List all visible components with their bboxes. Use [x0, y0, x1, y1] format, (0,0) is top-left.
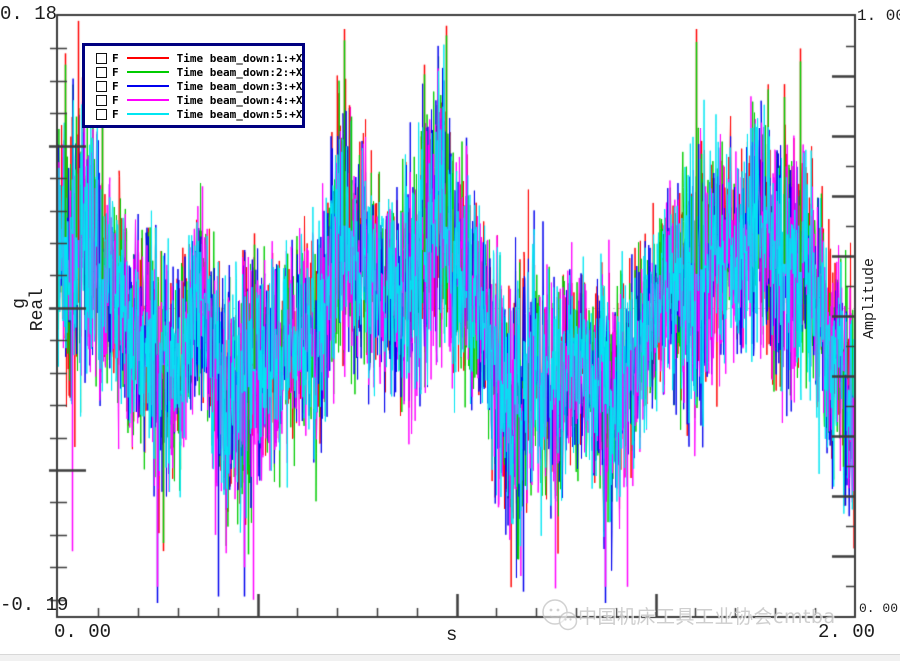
legend-item-label: Time beam_down:2:+X [177, 66, 303, 79]
legend-item-label: Time beam_down:5:+X [177, 108, 303, 121]
legend-checkbox-1[interactable] [96, 53, 107, 64]
legend-item-3: FTime beam_down:3:+X [96, 79, 296, 93]
legend-channel-flag: F [112, 52, 119, 65]
legend-checkbox-5[interactable] [96, 109, 107, 120]
legend-channel-flag: F [112, 80, 119, 93]
legend-rows: FTime beam_down:1:+XFTime beam_down:2:+X… [96, 51, 296, 121]
y-axis-right-min-label: 0. 00 [859, 601, 898, 616]
legend-item-4: FTime beam_down:4:+X [96, 93, 296, 107]
legend-line-sample [127, 57, 169, 59]
legend-channel-flag: F [112, 94, 119, 107]
legend-item-2: FTime beam_down:2:+X [96, 65, 296, 79]
legend-item-label: Time beam_down:1:+X [177, 52, 303, 65]
legend-item-1: FTime beam_down:1:+X [96, 51, 296, 65]
x-axis-unit-label: s [446, 624, 457, 646]
legend-checkbox-2[interactable] [96, 67, 107, 78]
figure: 0. 18 -0. 19 1. 00 0. 00 0. 00 2. 00 s g… [0, 0, 900, 661]
legend-channel-flag: F [112, 66, 119, 79]
y-axis-name-label: Real [28, 288, 48, 331]
x-axis-min-label: 0. 00 [54, 621, 111, 643]
y-axis-left-min-label: -0. 19 [0, 594, 55, 616]
legend-channel-flag: F [112, 108, 119, 121]
y-axis-unit-label: g [10, 298, 30, 309]
legend-line-sample [127, 113, 169, 115]
legend-line-sample [127, 99, 169, 101]
right-axis-name-label: Amplitude [861, 258, 878, 339]
legend-line-sample [127, 71, 169, 73]
legend-item-label: Time beam_down:4:+X [177, 94, 303, 107]
legend-checkbox-4[interactable] [96, 95, 107, 106]
y-axis-right-max-label: 1. 00 [857, 7, 900, 25]
x-axis-max-label: 2. 00 [818, 621, 875, 643]
legend-line-sample [127, 85, 169, 87]
legend-box: FTime beam_down:1:+XFTime beam_down:2:+X… [82, 43, 305, 128]
legend-item-5: FTime beam_down:5:+X [96, 107, 296, 121]
y-axis-left-max-label: 0. 18 [0, 3, 55, 25]
legend-checkbox-3[interactable] [96, 81, 107, 92]
legend-item-label: Time beam_down:3:+X [177, 80, 303, 93]
